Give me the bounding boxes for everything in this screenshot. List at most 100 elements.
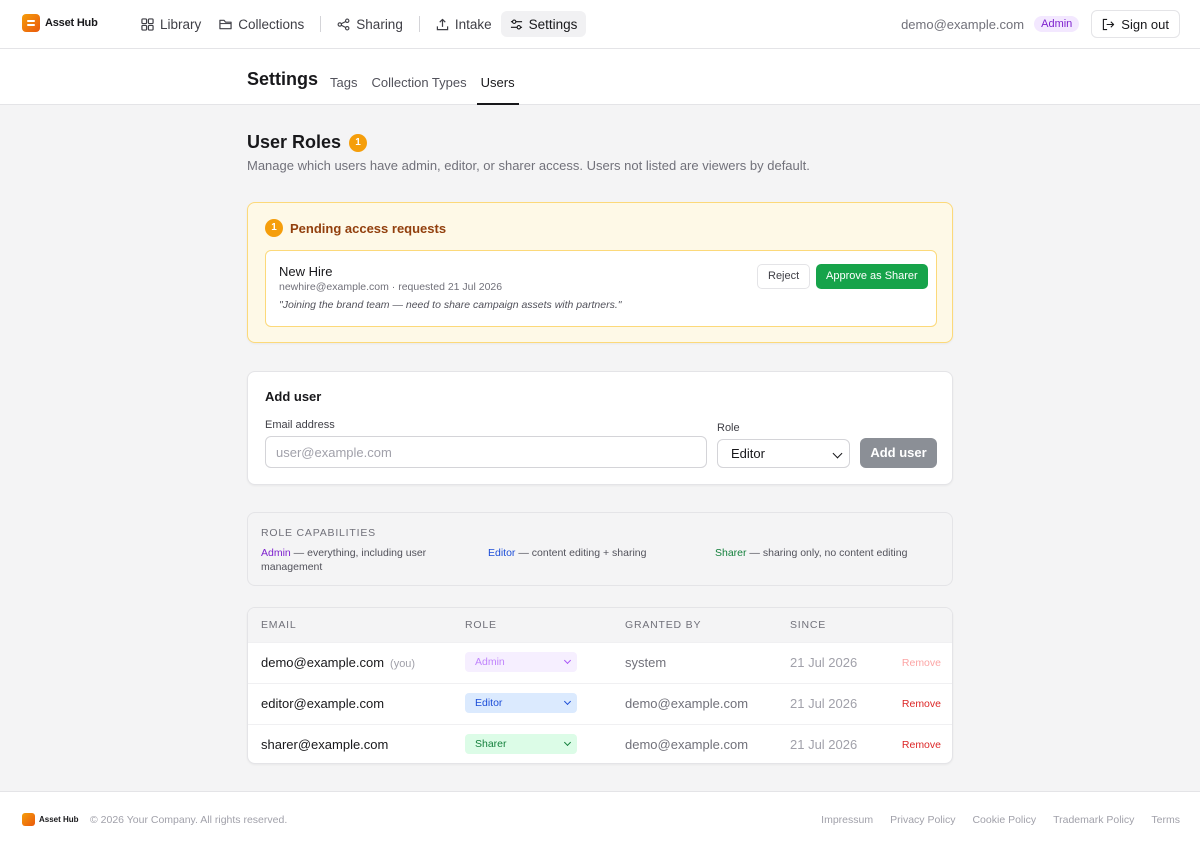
nav-item-settings[interactable]: Settings: [500, 11, 587, 37]
sign-out-label: Sign out: [1121, 16, 1169, 32]
copyright: © 2026 Your Company. All rights reserved…: [90, 814, 288, 826]
request-note: "Joining the brand team — need to share …: [279, 299, 622, 311]
current-user-email: demo@example.com: [901, 16, 1025, 32]
section-description: Manage which users have admin, editor, o…: [247, 158, 810, 173]
remove-button: Remove: [901, 657, 941, 669]
footer-link-terms[interactable]: Terms: [1151, 814, 1180, 826]
remove-button[interactable]: Remove: [902, 698, 941, 710]
user-roles-heading: User Roles 1: [247, 132, 368, 153]
nav-label-settings: Settings: [528, 16, 578, 32]
row-since: 21 Jul 2026: [790, 655, 858, 670]
row-role-value: Admin: [475, 656, 505, 668]
settings-header: Settings Tags Collection Types Users: [0, 49, 1200, 105]
access-request-card: New Hire newhire@example.com · requested…: [265, 250, 937, 327]
you-indicator: (you): [390, 658, 416, 670]
capability-sharer-desc: — sharing only, no content editing: [746, 547, 908, 559]
footer-link-impressum[interactable]: Impressum: [821, 814, 873, 826]
footer-link-cookie-policy[interactable]: Cookie Policy: [972, 814, 1036, 826]
nav-divider: [320, 16, 322, 32]
row-email: sharer@example.com: [261, 737, 389, 752]
row-granted-by: demo@example.com: [625, 696, 749, 711]
nav-item-collections[interactable]: Collections: [210, 11, 313, 37]
pending-requests-heading: 1 Pending access requests: [265, 219, 446, 237]
grid-icon: [141, 17, 154, 31]
sliders-icon: [510, 18, 522, 30]
column-header-since: SINCE: [790, 619, 827, 631]
row-granted-by: demo@example.com: [625, 737, 749, 752]
footer-link-privacy-policy[interactable]: Privacy Policy: [890, 814, 955, 826]
user-roles-table: EMAIL ROLE GRANTED BY SINCE demo@example…: [247, 607, 953, 764]
footer-brand-name: Asset Hub: [39, 815, 79, 824]
footer-link-trademark-policy[interactable]: Trademark Policy: [1053, 814, 1134, 826]
add-user-button[interactable]: Add user: [860, 438, 937, 468]
table-row: editor@example.com Editor demo@example.c…: [248, 683, 952, 724]
nav-item-sharing[interactable]: Sharing: [328, 11, 412, 37]
row-role-select[interactable]: Editor: [465, 693, 577, 713]
role-select-value: Editor: [731, 446, 765, 461]
tab-tags[interactable]: Tags: [326, 75, 361, 105]
pending-requests-count-badge: 1: [265, 219, 283, 237]
row-role-select[interactable]: Admin: [465, 652, 577, 672]
email-label: Email address: [265, 419, 335, 431]
email-field[interactable]: [265, 436, 707, 468]
pending-requests-panel: 1 Pending access requests New Hire newhi…: [247, 202, 953, 343]
approve-as-sharer-button[interactable]: Approve as Sharer: [816, 264, 928, 289]
brand-name: Asset Hub: [45, 17, 98, 29]
user-area: demo@example.com Admin Sign out: [901, 10, 1180, 38]
row-role-select[interactable]: Sharer: [465, 734, 577, 754]
chevron-down-icon: [563, 738, 572, 747]
nav-divider: [418, 16, 420, 32]
pending-requests-title: Pending access requests: [290, 220, 447, 236]
request-meta: newhire@example.com · requested 21 Jul 2…: [279, 281, 503, 293]
share-icon: [337, 18, 350, 30]
column-header-granted-by: GRANTED BY: [625, 619, 702, 631]
add-user-title: Add user: [265, 389, 322, 404]
remove-button[interactable]: Remove: [902, 739, 941, 751]
role-label: Role: [717, 422, 740, 434]
chevron-down-icon: [563, 656, 572, 665]
chevron-down-icon: [832, 448, 843, 459]
requester-name: New Hire: [279, 264, 333, 279]
main-nav: Library Collections Sharing Intake Setti…: [132, 11, 587, 37]
row-role-value: Sharer: [475, 738, 507, 750]
capability-admin-name: Admin: [261, 547, 291, 559]
row-since: 21 Jul 2026: [790, 696, 858, 711]
section-title: User Roles: [247, 132, 342, 152]
sign-out-button[interactable]: Sign out: [1091, 10, 1180, 38]
tab-collection-types[interactable]: Collection Types: [367, 75, 470, 105]
top-navigation-bar: Asset Hub Library Collections Sharing In…: [0, 0, 1200, 49]
add-user-panel: Add user Email address Role Editor Add u…: [247, 371, 953, 485]
column-header-email: EMAIL: [261, 619, 297, 631]
role-capabilities-title: ROLE CAPABILITIES: [261, 527, 376, 539]
page-title: Settings: [247, 69, 319, 89]
footer-links: Impressum Privacy Policy Cookie Policy T…: [821, 814, 1180, 826]
reject-button[interactable]: Reject: [757, 264, 811, 289]
nav-item-intake[interactable]: Intake: [427, 11, 501, 37]
table-row: demo@example.com (you) Admin system 21 Ju…: [248, 642, 952, 683]
tab-users[interactable]: Users: [476, 75, 519, 105]
settings-tabs: Tags Collection Types Users: [326, 75, 525, 105]
chevron-down-icon: [563, 697, 572, 706]
column-header-role: ROLE: [465, 619, 497, 631]
brand-logo-link[interactable]: Asset Hub: [22, 14, 98, 32]
nav-item-library[interactable]: Library: [132, 11, 210, 37]
capability-sharer-name: Sharer: [715, 547, 747, 559]
upload-icon: [436, 18, 449, 30]
admin-role-badge: Admin: [1034, 16, 1080, 32]
nav-label-intake: Intake: [454, 16, 492, 32]
capability-editor: Editor — content editing + sharing: [488, 546, 698, 560]
folder-icon: [219, 19, 232, 29]
asset-hub-logo-icon: [22, 14, 40, 32]
nav-label-sharing: Sharing: [356, 16, 403, 32]
capability-sharer: Sharer — sharing only, no content editin…: [715, 546, 945, 560]
footer: Asset Hub © 2026 Your Company. All right…: [0, 791, 1200, 848]
role-select[interactable]: Editor: [717, 439, 850, 468]
row-email: editor@example.com: [261, 696, 385, 711]
row-granted-by: system: [625, 655, 667, 670]
table-header: EMAIL ROLE GRANTED BY SINCE: [248, 608, 952, 642]
row-email-text: demo@example.com: [261, 655, 385, 670]
capability-editor-desc: — content editing + sharing: [515, 547, 647, 559]
table-row: sharer@example.com Sharer demo@example.c…: [248, 724, 952, 763]
pending-count-badge: 1: [349, 133, 368, 152]
footer-brand[interactable]: Asset Hub: [22, 813, 79, 826]
